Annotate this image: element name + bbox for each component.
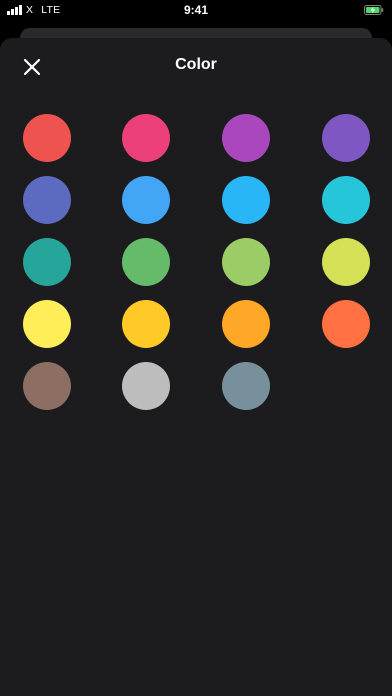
color-swatch-blue[interactable] <box>122 176 170 224</box>
color-swatch-deep-orange[interactable] <box>322 300 370 348</box>
color-swatch-deep-purple[interactable] <box>322 114 370 162</box>
color-grid <box>0 38 392 696</box>
color-swatch-orange[interactable] <box>222 300 270 348</box>
color-picker-sheet: Color <box>0 38 392 696</box>
color-swatch-yellow[interactable] <box>23 300 71 348</box>
color-swatch-pink[interactable] <box>122 114 170 162</box>
color-swatch-indigo[interactable] <box>23 176 71 224</box>
color-swatch-teal[interactable] <box>23 238 71 286</box>
battery-charging-icon <box>364 5 384 15</box>
color-swatch-brown[interactable] <box>23 362 71 410</box>
color-swatch-blue-grey[interactable] <box>222 362 270 410</box>
color-swatch-cyan[interactable] <box>322 176 370 224</box>
color-swatch-grey[interactable] <box>122 362 170 410</box>
color-swatch-green[interactable] <box>122 238 170 286</box>
status-time: 9:41 <box>183 3 209 17</box>
color-swatch-lime[interactable] <box>322 238 370 286</box>
color-swatch-red[interactable] <box>23 114 71 162</box>
color-swatch-amber[interactable] <box>122 300 170 348</box>
color-swatch-purple[interactable] <box>222 114 270 162</box>
color-swatch-light-green[interactable] <box>222 238 270 286</box>
color-swatch-light-blue[interactable] <box>222 176 270 224</box>
status-bar: X LTE 9:41 <box>0 0 392 22</box>
